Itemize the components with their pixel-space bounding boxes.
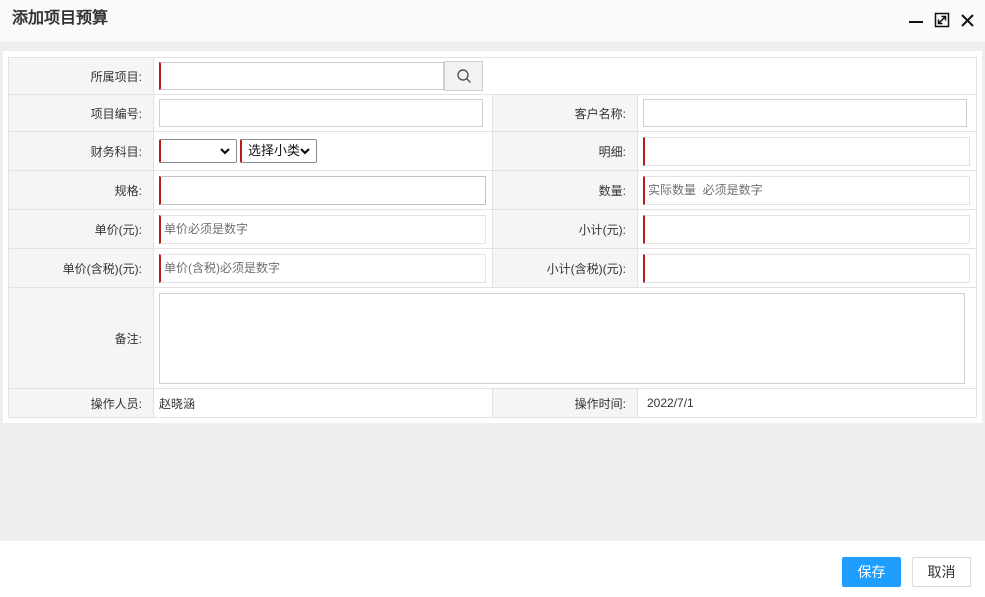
project-picker <box>159 61 971 91</box>
maximize-icon[interactable] <box>934 12 950 28</box>
finance-category-select[interactable] <box>159 139 237 163</box>
label-spec: 规格: <box>8 170 154 210</box>
dialog-titlebar: 添加项目预算 <box>0 0 985 42</box>
finance-subject-selects: 选择小类 <box>159 139 487 163</box>
close-icon[interactable] <box>960 13 976 29</box>
form-row-price-tax-subtotal-tax: 单价(含税)(元): 小计(含税)(元): <box>8 248 978 288</box>
minimize-icon[interactable] <box>908 12 924 28</box>
cell-remark <box>152 287 978 389</box>
unit-price-tax-input[interactable] <box>159 253 486 283</box>
label-detail: 明细: <box>492 131 638 171</box>
label-operator: 操作人员: <box>8 388 154 418</box>
project-code-input[interactable] <box>159 99 483 127</box>
remark-textarea[interactable] <box>159 292 965 384</box>
search-icon <box>456 68 472 84</box>
form-row-code-customer: 项目编号: 客户名称: <box>8 94 978 132</box>
cell-project-code <box>153 94 493 132</box>
label-customer-name: 客户名称: <box>492 94 638 132</box>
label-project: 所属项目: <box>8 57 154 95</box>
quantity-input[interactable] <box>643 175 970 205</box>
label-subtotal: 小计(元): <box>492 209 638 249</box>
form-row-operator: 操作人员: 赵晓涵 操作时间: 2022/7/1 <box>8 388 978 418</box>
label-operate-time: 操作时间: <box>492 388 638 418</box>
cell-spec <box>153 170 493 210</box>
save-button[interactable]: 保存 <box>842 557 901 587</box>
customer-name-input[interactable] <box>643 99 967 127</box>
dialog-content: 所属项目: 项目编号: 客户名称: 财务科目: 选择小类 明细: 规格: 数量:… <box>0 42 985 541</box>
label-unit-price-tax: 单价(含税)(元): <box>8 248 154 288</box>
label-remark: 备注: <box>8 287 154 389</box>
cell-finance-subject: 选择小类 <box>153 131 493 171</box>
cell-quantity <box>636 170 978 210</box>
operate-time-value: 2022/7/1 <box>647 396 694 410</box>
finance-subcategory-value: 选择小类 <box>248 143 301 158</box>
cell-operator: 赵晓涵 <box>153 388 493 418</box>
cell-subtotal-tax <box>636 248 978 288</box>
label-project-code: 项目编号: <box>8 94 154 132</box>
cell-project <box>152 57 978 95</box>
label-subtotal-tax: 小计(含税)(元): <box>492 248 638 288</box>
cell-unit-price <box>153 209 493 249</box>
finance-subcategory-select[interactable]: 选择小类 <box>240 139 317 163</box>
form-row-remark: 备注: <box>8 287 978 389</box>
label-quantity: 数量: <box>492 170 638 210</box>
cell-customer-name <box>636 94 978 132</box>
chevron-down-icon <box>220 148 230 155</box>
form-row-price-subtotal: 单价(元): 小计(元): <box>8 209 978 249</box>
unit-price-input[interactable] <box>159 214 486 244</box>
form-row-subject-detail: 财务科目: 选择小类 明细: <box>8 131 978 171</box>
form-row-spec-quantity: 规格: 数量: <box>8 170 978 210</box>
operator-value: 赵晓涵 <box>159 396 196 411</box>
detail-input[interactable] <box>643 136 970 166</box>
subtotal-input[interactable] <box>643 214 970 244</box>
chevron-down-icon <box>300 148 310 155</box>
project-input[interactable] <box>159 62 444 90</box>
spec-input[interactable] <box>159 175 486 205</box>
cell-subtotal <box>636 209 978 249</box>
cancel-button[interactable]: 取消 <box>912 557 971 587</box>
project-search-button[interactable] <box>444 61 483 91</box>
form-panel: 所属项目: 项目编号: 客户名称: 财务科目: 选择小类 明细: 规格: 数量:… <box>3 51 982 423</box>
cell-detail <box>636 131 978 171</box>
label-unit-price: 单价(元): <box>8 209 154 249</box>
dialog-title: 添加项目预算 <box>12 10 109 27</box>
cell-unit-price-tax <box>153 248 493 288</box>
label-finance-subject: 财务科目: <box>8 131 154 171</box>
subtotal-tax-input[interactable] <box>643 253 970 283</box>
budget-form-table: 所属项目: 项目编号: 客户名称: 财务科目: 选择小类 明细: 规格: 数量:… <box>8 57 978 418</box>
cell-operate-time: 2022/7/1 <box>636 388 978 418</box>
form-row-project: 所属项目: <box>8 57 978 95</box>
dialog-footer: 保存 取消 <box>0 541 985 597</box>
